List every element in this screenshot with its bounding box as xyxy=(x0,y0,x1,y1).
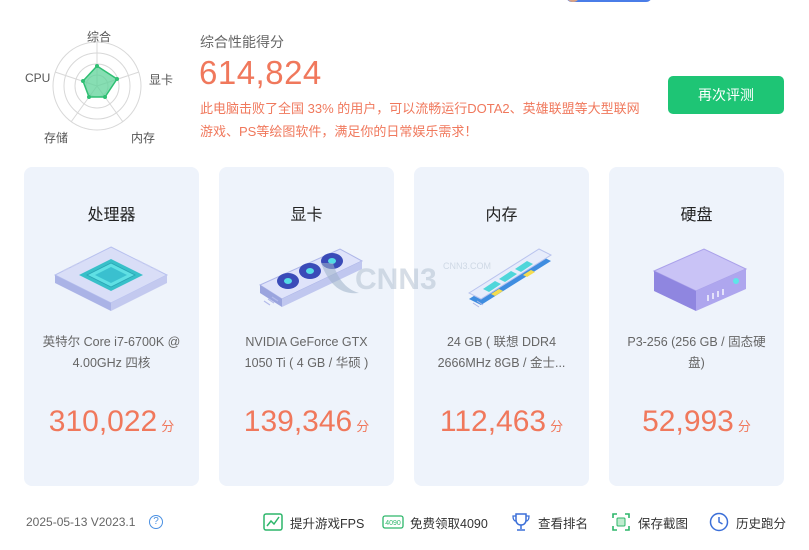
score-unit: 分 xyxy=(356,419,370,434)
card-title: 显卡 xyxy=(290,207,323,224)
disk-model-text: P3-256 (256 GB / 固态硬盘) xyxy=(627,335,766,370)
version-text: 2025-05-13 V2023.1 xyxy=(26,515,136,529)
help-icon[interactable]: ? xyxy=(149,515,163,529)
score-number: 112,463 xyxy=(439,405,547,438)
trophy-icon xyxy=(512,513,530,531)
view-ranking-link[interactable]: 查看排名 xyxy=(510,511,588,533)
cpu-chip-icon xyxy=(53,246,169,311)
radar-label-memory: 内存 xyxy=(131,131,156,145)
score-description: 此电脑击败了全国 33% 的用户，可以流畅运行DOTA2、英雄联盟等大型联网游戏… xyxy=(200,101,640,139)
radar-label-storage: 存储 xyxy=(44,131,69,145)
history-clock-icon xyxy=(709,512,729,532)
score-unit: 分 xyxy=(550,419,564,434)
gpu-score: 139,346 分 xyxy=(219,405,394,439)
total-score: 614,824 xyxy=(199,54,322,91)
score-number: 139,346 xyxy=(243,405,353,438)
free-4090-link[interactable]: 4090 免费领取4090 xyxy=(382,511,488,533)
score-number: 310,022 xyxy=(48,405,158,438)
retest-button[interactable]: 再次评测 xyxy=(668,76,784,114)
score-unit: 分 xyxy=(161,419,175,434)
save-screenshot-link[interactable]: 保存截图 xyxy=(610,511,688,533)
history-score-link[interactable]: 历史跑分 xyxy=(708,511,786,533)
boost-fps-label: 提升游戏FPS xyxy=(290,516,365,531)
screenshot-icon xyxy=(612,513,630,531)
graphics-card-icon xyxy=(258,248,364,307)
gpu-badge-text: 4090 xyxy=(385,520,401,527)
card-title: 处理器 xyxy=(87,207,136,224)
view-ranking-label: 查看排名 xyxy=(538,516,589,531)
radar-label-gpu: 显卡 xyxy=(149,73,174,87)
cpu-card[interactable]: 处理器 英特尔 Core i7-6700K @ 4.00GHz 四核 310,0… xyxy=(24,167,199,486)
history-score-label: 历史跑分 xyxy=(736,516,787,531)
radar-label-cpu: CPU xyxy=(25,71,51,85)
boost-fps-link[interactable]: 提升游戏FPS xyxy=(262,511,364,533)
memory-score: 112,463 分 xyxy=(414,405,589,439)
memory-card[interactable]: 内存 24 GB ( 联想 DDR4 2666MHz 8GB / 金士... 1… xyxy=(414,167,589,486)
card-title: 内存 xyxy=(485,207,518,224)
cpu-model-text: 英特尔 Core i7-6700K @ 4.00GHz 四核 xyxy=(42,335,181,370)
score-number: 52,993 xyxy=(642,405,734,438)
free-4090-label: 免费领取4090 xyxy=(410,516,488,531)
cpu-score: 310,022 分 xyxy=(24,405,199,439)
score-title: 综合性能得分 xyxy=(200,34,284,50)
radar-label-overall: 综合 xyxy=(87,30,112,44)
save-screenshot-label: 保存截图 xyxy=(638,516,689,531)
disk-card[interactable]: 硬盘 P3-256 (256 GB / 固态硬盘) 52,993 分 xyxy=(609,167,784,486)
game-fps-icon xyxy=(263,513,283,531)
disk-score: 52,993 分 xyxy=(609,405,784,439)
score-unit: 分 xyxy=(737,419,751,434)
performance-radar-chart: 综合 显卡 内存 存储 CPU xyxy=(20,25,180,147)
memory-stick-icon xyxy=(467,248,553,308)
gpu-card[interactable]: 显卡 NVIDIA GeForce GTX 1050 Ti ( 4 GB / 华… xyxy=(219,167,394,486)
memory-model-text: 24 GB ( 联想 DDR4 2666MHz 8GB / 金士... xyxy=(437,335,566,370)
card-title: 硬盘 xyxy=(680,207,713,224)
hard-drive-icon xyxy=(652,248,748,311)
gpu-4090-icon: 4090 xyxy=(382,515,404,529)
gpu-model-text: NVIDIA GeForce GTX 1050 Ti ( 4 GB / 华硕 ) xyxy=(244,335,369,370)
user-avatar-strip[interactable] xyxy=(566,0,652,2)
